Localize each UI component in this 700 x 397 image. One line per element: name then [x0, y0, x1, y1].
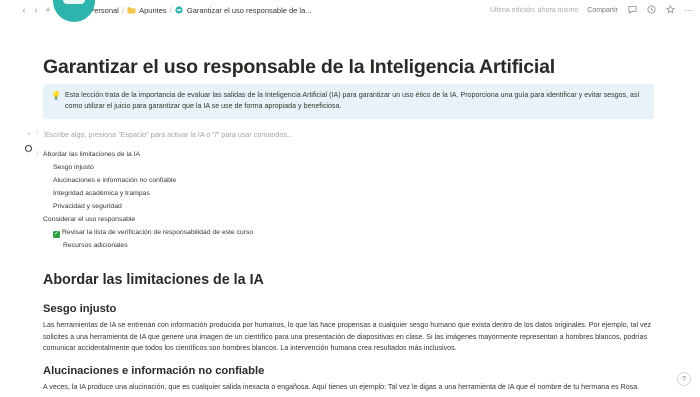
breadcrumb-separator: / [121, 5, 125, 15]
toc-block-handles: + ⋮⋮ [24, 149, 48, 157]
paragraph[interactable]: Las herramientas de IA se entrenan con i… [43, 320, 663, 355]
toc-item-label: Privacidad y seguridad [53, 203, 122, 210]
page-title[interactable]: Garantizar el uso responsable de la Inte… [43, 56, 555, 79]
toc-item[interactable]: ✓ Revisar la lista de verificación de res… [53, 229, 253, 238]
toc-item[interactable]: Privacidad y seguridad [53, 203, 122, 210]
callout-block[interactable]: 💡 Esta lección trata de la importancia d… [43, 84, 654, 119]
block-placeholder[interactable]: Escribe algo, presiona "Espacio" para ac… [45, 130, 293, 139]
back-icon[interactable]: ‹ [19, 4, 29, 16]
breadcrumb-separator: / [169, 5, 172, 15]
toc-item-label: Recursos adicionales [63, 242, 128, 249]
add-block-icon[interactable]: + [24, 131, 34, 138]
checkmark-icon: ✓ [53, 231, 60, 238]
breadcrumb-label: Garantizar el uso responsable de la... [186, 5, 312, 15]
breadcrumb: Wiki Personal / Apuntes / Garantizar el … [61, 6, 312, 15]
help-button[interactable]: ? [677, 372, 691, 386]
favorite-star-icon[interactable] [665, 4, 675, 16]
toc-item-label: Integridad académica y trampas [53, 190, 150, 197]
empty-block[interactable]: + ⋮⋮ Escribe algo, presiona "Espacio" pa… [24, 128, 293, 140]
comment-icon[interactable] [627, 5, 637, 16]
toc-item[interactable]: Recursos adicionales [63, 242, 128, 249]
drag-handle-icon[interactable]: ⋮⋮ [34, 130, 48, 138]
toc-item-label: Alucinaciones e información no confiable [53, 177, 177, 184]
breadcrumb-item-current-page[interactable]: Garantizar el uso responsable de la... [175, 6, 312, 15]
toc-item[interactable]: Considerar el uso responsable [43, 216, 135, 223]
forward-icon[interactable]: › [31, 4, 41, 16]
page-icon [175, 6, 184, 15]
heading-2[interactable]: Sesgo injusto [43, 303, 116, 315]
breadcrumb-item-apuntes[interactable]: Apuntes [127, 6, 167, 15]
lightbulb-icon: 💡 [51, 91, 61, 100]
paragraph[interactable]: A veces, la IA produce una alucinación, … [43, 382, 663, 394]
toc-item-label: Sesgo injusto [53, 164, 94, 171]
more-options-icon[interactable]: ⋯ [684, 5, 694, 16]
share-button[interactable]: Compartir [587, 7, 618, 14]
toc-item[interactable]: Sesgo injusto [53, 164, 94, 171]
toc-item-label: Abordar las limitaciones de la IA [43, 151, 141, 158]
toc-item[interactable]: Integridad académica y trampas [53, 190, 150, 197]
heading-1[interactable]: Abordar las limitaciones de la IA [43, 272, 264, 288]
top-bar: ‹ › + Wiki Personal / Apuntes / Garantiz… [0, 0, 700, 20]
toc-item-label: Revisar la lista de verificación de resp… [62, 229, 254, 236]
last-edited-label: Última edición: ahora mismo [489, 6, 579, 14]
add-block-icon[interactable]: + [24, 149, 34, 157]
toc-item[interactable]: Abordar las limitaciones de la IA [43, 151, 140, 158]
toc-item-label: Considerar el uso responsable [43, 216, 136, 223]
toc-item[interactable]: Alucinaciones e información no confiable [53, 177, 176, 184]
breadcrumb-label: Apuntes [139, 5, 167, 15]
heading-2[interactable]: Alucinaciones e información no confiable [43, 365, 264, 377]
clock-icon[interactable] [646, 4, 656, 16]
folder-icon [127, 6, 136, 15]
add-page-icon[interactable]: + [43, 4, 53, 16]
top-right-actions: Última edición: ahora mismo Compartir ⋯ [490, 0, 694, 20]
callout-text: Esta lección trata de la importancia de … [64, 91, 640, 110]
